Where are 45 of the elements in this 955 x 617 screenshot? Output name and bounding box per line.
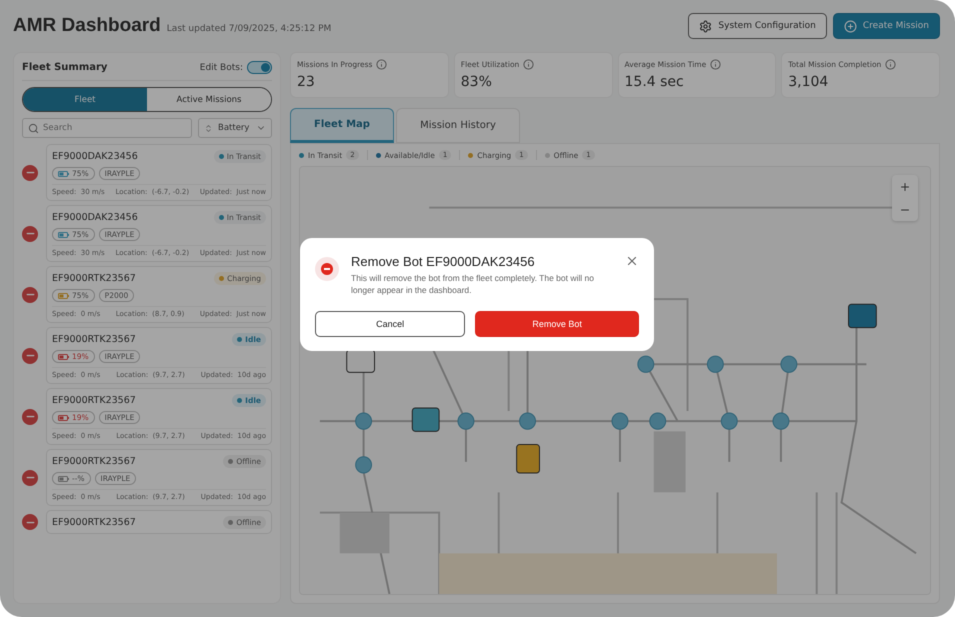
- bot-name: EF9000RTK23567: [52, 273, 136, 284]
- info-icon: [376, 59, 388, 70]
- search-field[interactable]: Search: [22, 118, 192, 138]
- info-icon: [710, 59, 722, 70]
- segment-tab[interactable]: Fleet: [23, 88, 147, 111]
- panel-title: Fleet Summary: [22, 62, 108, 73]
- remove-bot-button[interactable]: [22, 226, 38, 242]
- last-updated-text: Last updated 7/09/2025, 4:25:12 PM: [166, 24, 332, 34]
- remove-bot-button[interactable]: [22, 348, 38, 364]
- bot-name: EF9000RTK23567: [52, 395, 136, 406]
- stat-value: 83%: [460, 74, 493, 90]
- close-icon: [625, 254, 639, 268]
- stat-value: 23: [297, 74, 316, 90]
- view-tab[interactable]: Mission History: [396, 108, 520, 143]
- remove-icon: [315, 257, 339, 281]
- sort-icon: [204, 124, 213, 132]
- sort-dropdown[interactable]: Battery: [198, 118, 272, 138]
- remove-bot-button[interactable]: [22, 514, 38, 530]
- view-tab[interactable]: Fleet Map: [290, 108, 394, 143]
- page-title: AMR Dashboard: [13, 15, 161, 37]
- system-configuration-button[interactable]: System Configuration: [688, 13, 827, 39]
- dialog-title: Remove Bot EF9000DAK23456: [351, 254, 536, 269]
- cancel-button[interactable]: Cancel: [315, 310, 466, 337]
- info-icon: [885, 59, 896, 70]
- bot-name: EF9000RTK23567: [52, 334, 136, 345]
- remove-bot-button[interactable]: [22, 408, 38, 424]
- remove-bot-button[interactable]: [22, 470, 38, 486]
- bot-name: EF9000RTK23567: [52, 517, 136, 528]
- create-mission-button[interactable]: Create Mission: [832, 13, 940, 39]
- bot-name: EF9000DAK23456: [52, 151, 138, 162]
- remove-bot-button[interactable]: Remove Bot: [475, 310, 639, 337]
- stat-value: 15.4 sec: [624, 74, 685, 90]
- edit-bots-toggle[interactable]: [247, 61, 272, 74]
- settings-icon: [699, 20, 712, 32]
- dialog-message: This will remove the bot from the fleet completely. The bot will no longer appear in the dashboard.: [351, 272, 595, 297]
- bot-name: EF9000DAK23456: [52, 212, 138, 223]
- close-button[interactable]: [625, 254, 639, 268]
- remove-bot-button[interactable]: [22, 286, 38, 302]
- plus-icon: [899, 180, 911, 192]
- plus-circle-icon: [844, 20, 857, 32]
- stat-value: 3,104: [788, 74, 830, 90]
- bot-name: EF9000RTK23567: [52, 456, 136, 467]
- info-icon: [523, 59, 534, 70]
- remove-bot-button[interactable]: [22, 164, 38, 180]
- edit-bots-label: Edit Bots:: [200, 62, 243, 72]
